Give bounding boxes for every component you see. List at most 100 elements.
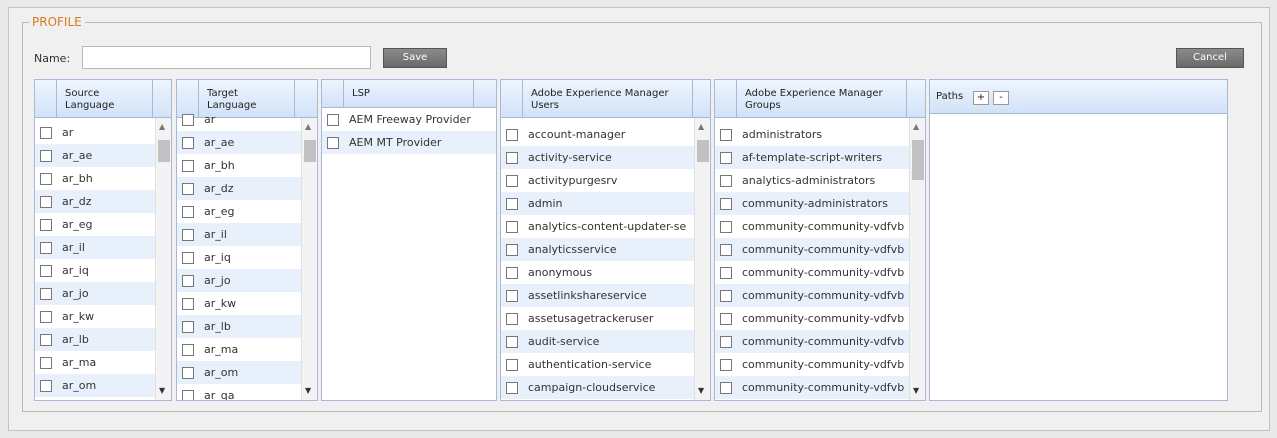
checkbox[interactable] [40, 288, 52, 300]
checkbox[interactable] [182, 298, 194, 310]
list-item[interactable]: ar_eg [177, 200, 301, 223]
list-item[interactable]: ar_iq [35, 259, 155, 282]
list-item[interactable]: assetlinkshareservice [501, 284, 694, 307]
list-item[interactable]: ar_ae [177, 131, 301, 154]
list-item[interactable]: administrators [715, 123, 909, 146]
remove-path-button[interactable]: - [993, 91, 1009, 105]
checkbox[interactable] [506, 313, 518, 325]
checkbox[interactable] [182, 137, 194, 149]
checkbox[interactable] [40, 265, 52, 277]
list-item[interactable]: assetusagetrackeruser [501, 307, 694, 330]
checkbox[interactable] [40, 334, 52, 346]
list-item[interactable]: audit-service [501, 330, 694, 353]
checkbox[interactable] [720, 290, 732, 302]
scroll-up-icon[interactable]: ▲ [913, 122, 919, 132]
checkbox[interactable] [506, 129, 518, 141]
checkbox[interactable] [40, 242, 52, 254]
checkbox[interactable] [720, 359, 732, 371]
list-item[interactable]: ar_bh [35, 167, 155, 190]
scroll-down-icon[interactable]: ▼ [698, 386, 704, 396]
checkbox[interactable] [182, 160, 194, 172]
list-item[interactable]: af-template-script-writers [715, 146, 909, 169]
checkbox[interactable] [720, 129, 732, 141]
list-item[interactable]: campaign-cloudservice [501, 376, 694, 399]
checkbox[interactable] [40, 357, 52, 369]
checkbox[interactable] [506, 221, 518, 233]
checkbox[interactable] [182, 321, 194, 333]
list-item[interactable]: community-administrators [715, 192, 909, 215]
list-item[interactable]: analytics-content-updater-se [501, 215, 694, 238]
add-path-button[interactable]: + [973, 91, 989, 105]
checkbox[interactable] [506, 382, 518, 394]
checkbox[interactable] [40, 196, 52, 208]
list-item[interactable]: community-community-vdfvb [715, 215, 909, 238]
list-item[interactable]: ar_il [177, 223, 301, 246]
list-item[interactable]: community-community-vdfvb [715, 284, 909, 307]
aem-groups-scrollbar[interactable]: ▲ ▼ [909, 118, 925, 400]
checkbox[interactable] [327, 137, 339, 149]
checkbox[interactable] [506, 175, 518, 187]
checkbox[interactable] [182, 252, 194, 264]
list-item[interactable]: ar_eg [35, 213, 155, 236]
checkbox[interactable] [40, 219, 52, 231]
list-item[interactable]: analytics-administrators [715, 169, 909, 192]
checkbox[interactable] [182, 206, 194, 218]
checkbox[interactable] [327, 114, 339, 126]
checkbox[interactable] [720, 198, 732, 210]
list-item[interactable]: community-community-vdfvb [715, 330, 909, 353]
checkbox[interactable] [182, 367, 194, 379]
list-item[interactable]: ar_kw [35, 305, 155, 328]
checkbox[interactable] [182, 344, 194, 356]
list-item[interactable]: ar_qa [177, 384, 301, 400]
checkbox[interactable] [40, 380, 52, 392]
checkbox[interactable] [720, 267, 732, 279]
name-input[interactable] [82, 46, 371, 69]
list-item[interactable]: activitypurgesrv [501, 169, 694, 192]
scroll-down-icon[interactable]: ▼ [305, 386, 311, 396]
scroll-up-icon[interactable]: ▲ [305, 122, 311, 132]
list-item[interactable]: ar_dz [35, 190, 155, 213]
list-item[interactable]: ar_ae [35, 144, 155, 167]
checkbox[interactable] [720, 221, 732, 233]
list-item[interactable]: AEM MT Provider [322, 131, 496, 154]
scroll-thumb[interactable] [697, 140, 709, 162]
source-language-scrollbar[interactable]: ▲ ▼ [155, 118, 171, 400]
checkbox[interactable] [182, 114, 194, 126]
list-item[interactable]: ar_lb [177, 315, 301, 338]
checkbox[interactable] [182, 183, 194, 195]
list-item[interactable]: ar_iq [177, 246, 301, 269]
list-item[interactable]: analyticsservice [501, 238, 694, 261]
checkbox[interactable] [506, 267, 518, 279]
scroll-thumb[interactable] [158, 140, 170, 162]
list-item[interactable]: community-community-vdfvb [715, 307, 909, 330]
list-item[interactable]: community-community-vdfvb [715, 353, 909, 376]
aem-users-scrollbar[interactable]: ▲ ▼ [694, 118, 710, 400]
checkbox[interactable] [506, 152, 518, 164]
checkbox[interactable] [182, 390, 194, 400]
scroll-down-icon[interactable]: ▼ [159, 386, 165, 396]
checkbox[interactable] [506, 198, 518, 210]
list-item[interactable]: ar_om [35, 374, 155, 397]
list-item[interactable]: ar_kw [177, 292, 301, 315]
scroll-up-icon[interactable]: ▲ [698, 122, 704, 132]
checkbox[interactable] [720, 152, 732, 164]
target-language-scrollbar[interactable]: ▲ ▼ [301, 118, 317, 400]
checkbox[interactable] [40, 127, 52, 139]
checkbox[interactable] [506, 290, 518, 302]
checkbox[interactable] [182, 275, 194, 287]
checkbox[interactable] [40, 173, 52, 185]
list-item[interactable]: ar_jo [35, 282, 155, 305]
list-item[interactable]: admin [501, 192, 694, 215]
checkbox[interactable] [720, 244, 732, 256]
list-item[interactable]: AEM Freeway Provider [322, 108, 496, 131]
list-item[interactable]: ar [35, 121, 155, 144]
list-item[interactable]: community-community-vdfvb [715, 261, 909, 284]
scroll-up-icon[interactable]: ▲ [159, 122, 165, 132]
list-item[interactable]: community-community-vdfvb [715, 238, 909, 261]
list-item[interactable]: ar_il [35, 236, 155, 259]
list-item[interactable]: anonymous [501, 261, 694, 284]
list-item[interactable]: ar_bh [177, 154, 301, 177]
list-item[interactable]: account-manager [501, 123, 694, 146]
scroll-thumb[interactable] [912, 140, 924, 180]
list-item[interactable]: ar_om [177, 361, 301, 384]
